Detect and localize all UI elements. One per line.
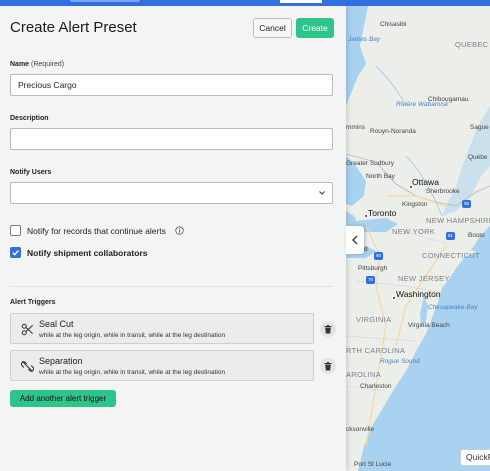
collaborators-label: Notify shipment collaborators xyxy=(27,247,148,258)
cancel-button[interactable]: Cancel xyxy=(253,18,292,38)
map-label-quebec: QUEBEC xyxy=(455,40,489,49)
map-label-boston: Bosto xyxy=(468,232,485,239)
alert-preset-panel: Create Alert Preset Cancel Create Name (… xyxy=(0,6,346,471)
create-button[interactable]: Create xyxy=(296,18,334,38)
name-input[interactable]: Precious Cargo xyxy=(10,74,333,96)
top-tab-active[interactable] xyxy=(280,0,322,3)
continue-alerts-checkbox[interactable] xyxy=(10,225,21,236)
map-label-new-jersey: NEW JERSEY xyxy=(398,274,450,283)
scissors-icon xyxy=(21,323,33,336)
map-label-greater-sudbury: Greater Sudbury xyxy=(346,160,395,167)
map-label-ottawa: Ottawa xyxy=(412,177,439,187)
unlink-icon xyxy=(21,360,34,373)
top-app-bar xyxy=(0,0,490,6)
section-divider xyxy=(10,286,333,287)
map-label-rogue-sound: Rogue Sound xyxy=(380,358,420,365)
hwy-shield-95: 95 xyxy=(462,200,471,208)
trigger-name: Seal Cut xyxy=(39,319,74,329)
info-icon[interactable] xyxy=(175,226,184,235)
city-dot-toronto xyxy=(364,214,368,218)
quick-filter-button[interactable]: QuickF xyxy=(460,449,490,466)
map-label-washington: Washington xyxy=(396,289,441,299)
city-dot-ottawa xyxy=(409,185,413,189)
trigger-separation[interactable]: Separation while at the leg origin, whil… xyxy=(10,350,314,381)
map-label-chesapeake: Chesapeake Bay xyxy=(428,304,478,311)
map-label-connecticut: CONNECTICUT xyxy=(422,251,480,260)
chevron-down-icon xyxy=(319,191,325,195)
map-label-james-bay: James Bay xyxy=(348,36,381,43)
continue-alerts-option[interactable]: Notify for records that continue alerts xyxy=(10,225,184,236)
map-label-virginia: VIRGINIA xyxy=(356,315,392,324)
trash-icon xyxy=(324,361,332,370)
top-tab-indicator[interactable] xyxy=(70,0,140,2)
delete-trigger-button[interactable] xyxy=(320,358,336,374)
notify-users-label: Notify Users xyxy=(10,169,52,176)
collapse-panel-button[interactable] xyxy=(346,226,364,254)
map-label-north-carolina: RTH CAROLINA xyxy=(346,346,406,355)
map-label-cleveland: d xyxy=(364,246,368,253)
page-title: Create Alert Preset xyxy=(10,19,137,36)
collaborators-checkbox[interactable] xyxy=(10,247,21,258)
chevron-left-icon xyxy=(352,235,358,245)
trigger-seal-cut[interactable]: Seal Cut while at the leg origin, while … xyxy=(10,313,314,344)
description-input[interactable] xyxy=(10,128,333,150)
map-label-chisasibi: Chisasibi xyxy=(380,21,407,28)
map-label-kingston: Kingston xyxy=(402,201,428,208)
map-label-charleston: Charleston xyxy=(360,383,392,390)
map-label-new-hampshire: NEW HAMPSHIRE xyxy=(426,216,490,225)
notify-users-select[interactable] xyxy=(10,182,333,204)
map-label-chibougamau: Chibougamau xyxy=(428,96,469,103)
trigger-description: while at the leg origin, while in transi… xyxy=(39,369,226,376)
map-label-jacksonville: cksonville xyxy=(346,426,375,433)
hwy-shield-90: 90 xyxy=(374,252,383,260)
continue-alerts-label: Notify for records that continue alerts xyxy=(27,225,166,236)
add-alert-trigger-button[interactable]: Add another alert trigger xyxy=(10,390,116,407)
map-label-toronto: Toronto xyxy=(368,208,397,218)
delete-trigger-button[interactable] xyxy=(320,321,336,337)
trash-icon xyxy=(324,324,332,333)
name-label-text: Name xyxy=(10,61,30,68)
hwy-shield-70: 70 xyxy=(366,276,375,284)
map-label-pittsburgh: Pittsburgh xyxy=(358,265,388,272)
city-dot-washington xyxy=(392,296,396,300)
name-field-label: Name (Required) xyxy=(10,61,64,68)
map-label-saguenay: Sague xyxy=(470,124,489,131)
map-view[interactable]: Chisasibi James Bay QUEBEC Rivière Wabam… xyxy=(346,6,490,471)
collaborators-option[interactable]: Notify shipment collaborators xyxy=(10,247,147,258)
alert-triggers-label: Alert Triggers xyxy=(10,299,56,306)
trigger-name: Separation xyxy=(39,356,83,366)
map-label-rouyn: Rouyn-Noranda xyxy=(370,128,416,135)
map-label-north-bay: North Bay xyxy=(366,173,395,180)
name-required-text: (Required) xyxy=(31,61,65,68)
trigger-description: while at the leg origin, while in transi… xyxy=(39,332,226,339)
map-label-virginia-beach: Virginia Beach xyxy=(408,322,450,329)
checkmark-icon xyxy=(12,250,19,256)
description-label: Description xyxy=(10,115,49,122)
map-label-sherbrooke: Sherbrooke xyxy=(426,188,460,195)
map-label-quebec-city: Québe xyxy=(468,154,488,161)
map-label-timmins: mmins xyxy=(346,124,366,131)
hwy-shield-81: 81 xyxy=(446,232,455,240)
map-label-new-york: NEW YORK xyxy=(392,227,436,236)
map-label-carolina: AROLINA xyxy=(346,370,382,379)
map-label-port-st-lucie: Port St Lucie xyxy=(354,461,392,468)
